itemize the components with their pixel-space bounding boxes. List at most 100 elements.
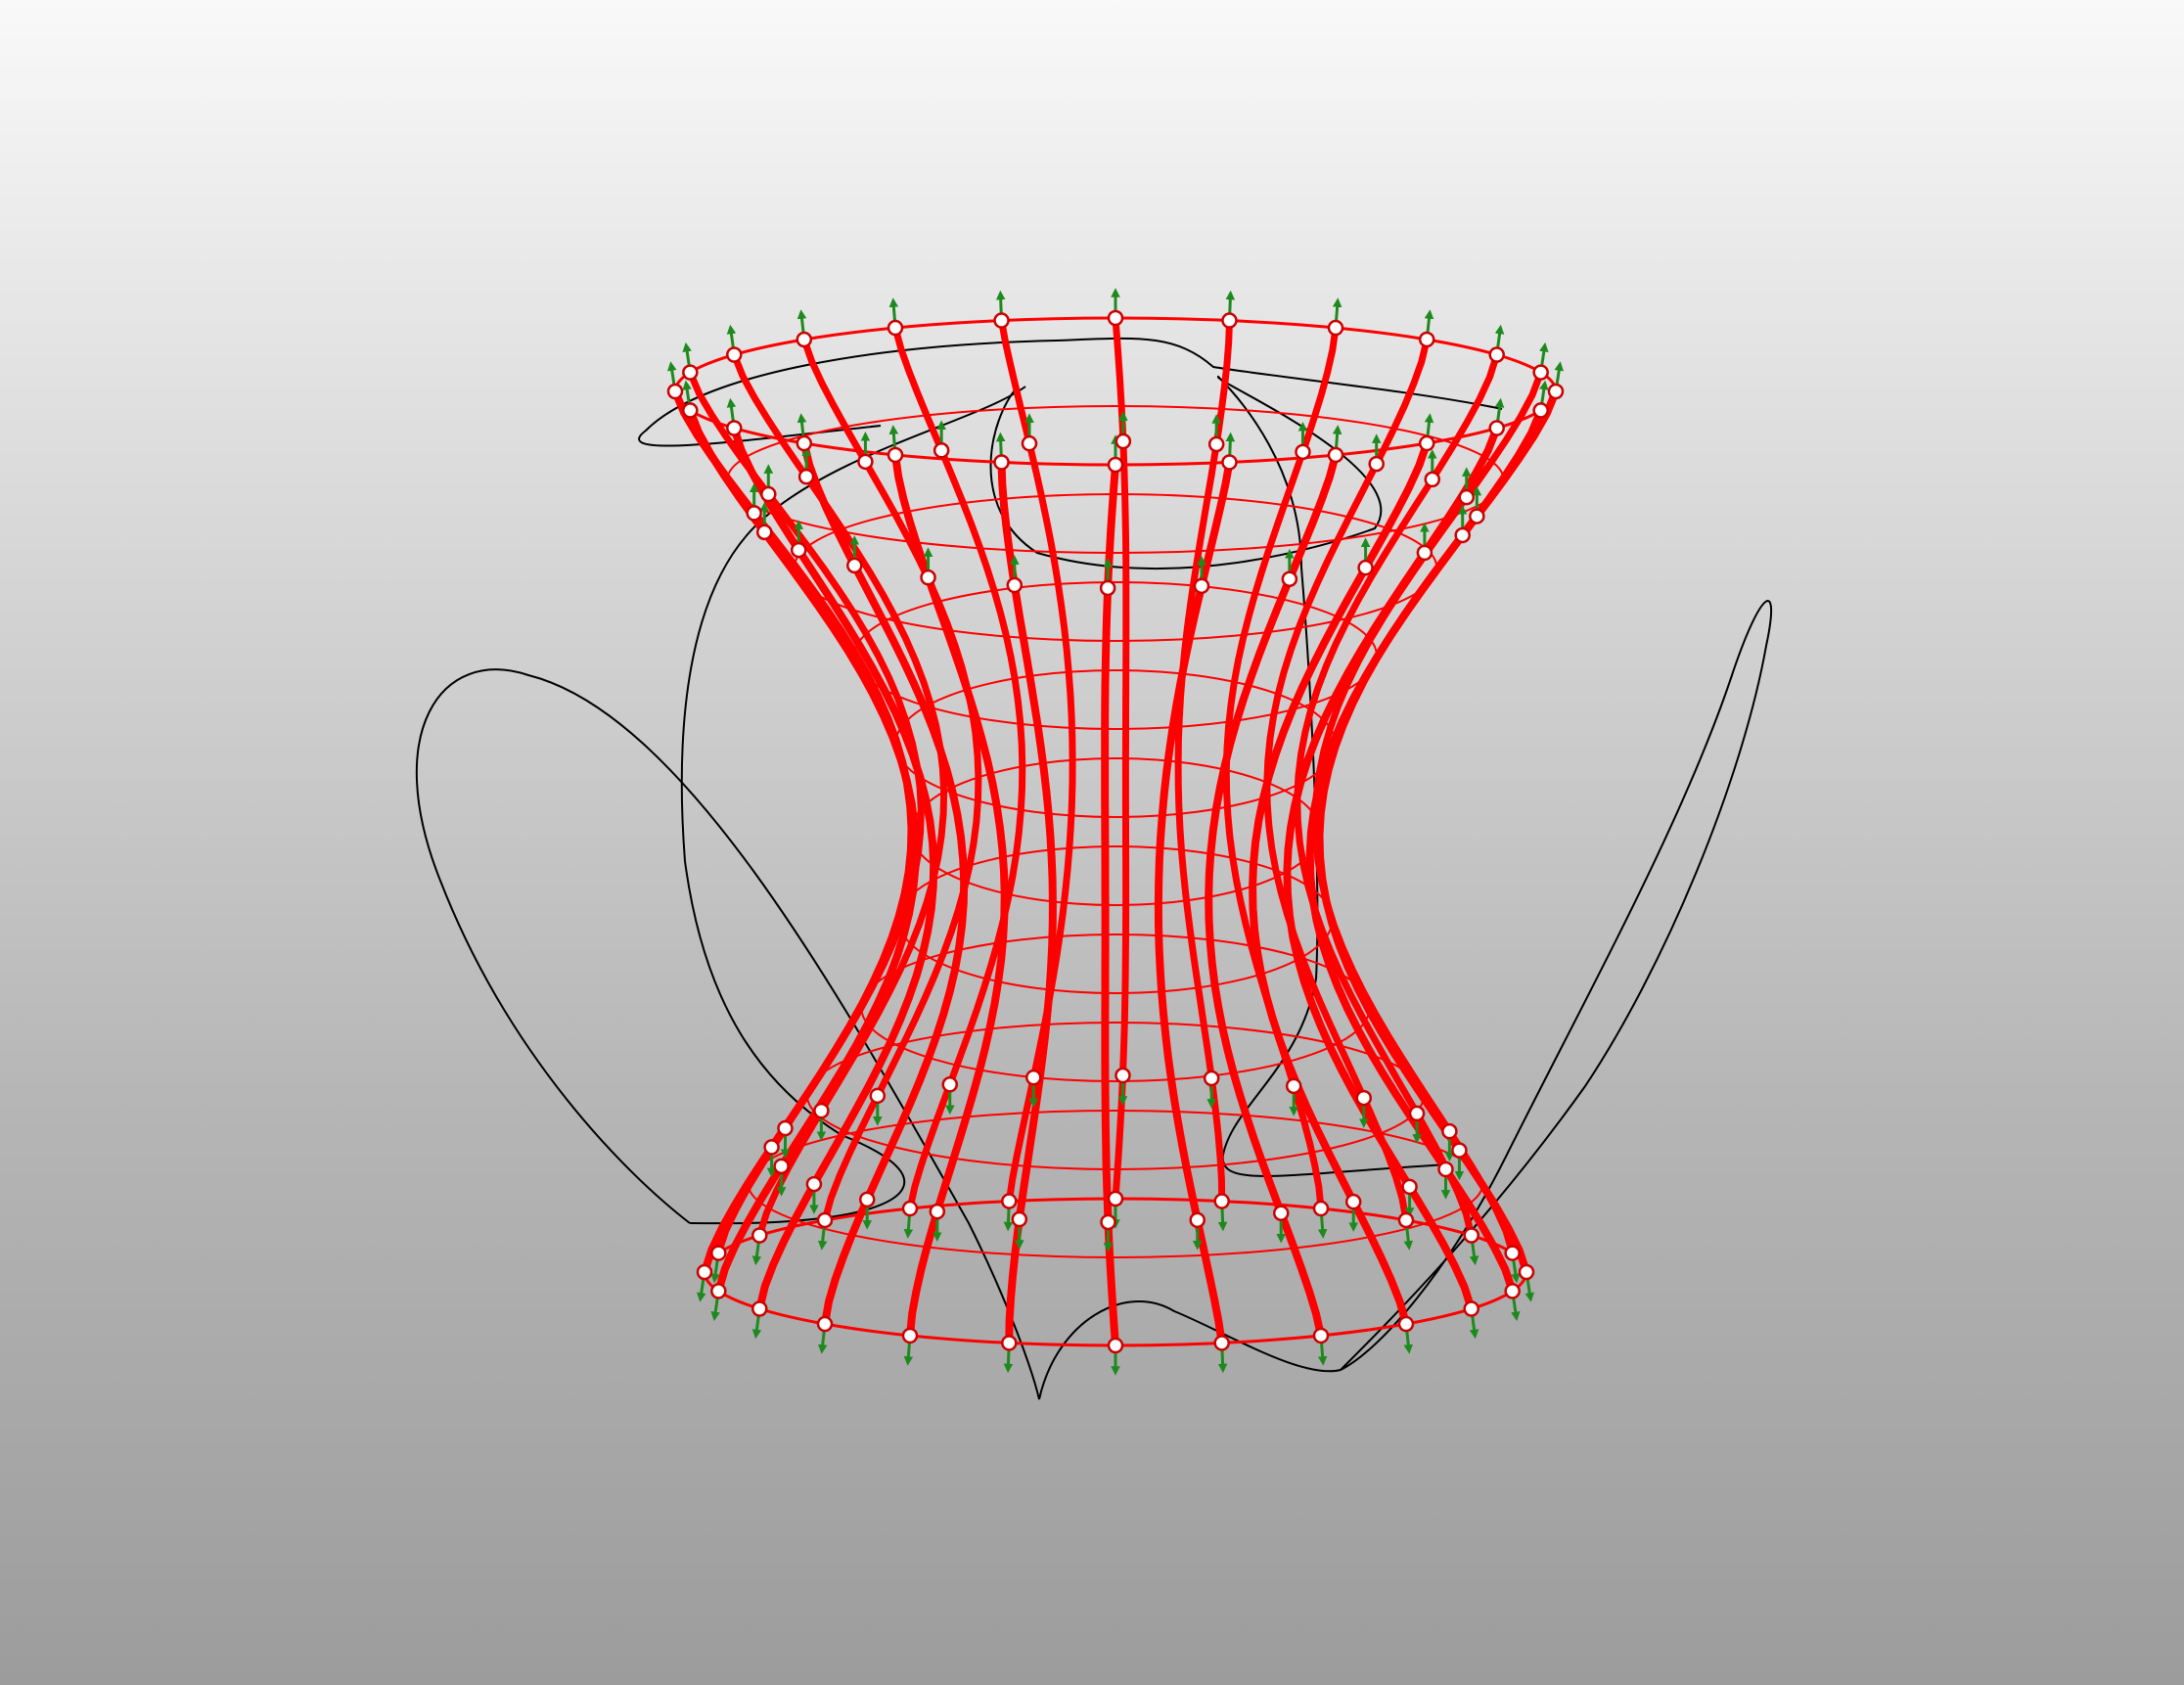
guide-curves <box>415 337 1773 1400</box>
control-node[interactable] <box>755 524 773 541</box>
control-node[interactable] <box>857 453 874 471</box>
3d-viewport[interactable] <box>0 0 2184 1685</box>
control-node[interactable] <box>1203 1070 1220 1087</box>
control-node[interactable] <box>993 454 1010 471</box>
control-node[interactable] <box>1416 544 1433 562</box>
control-node[interactable] <box>901 1327 919 1344</box>
control-node[interactable] <box>805 1175 823 1193</box>
control-node[interactable] <box>816 1211 834 1229</box>
control-node[interactable] <box>796 331 813 348</box>
control-node[interactable] <box>773 1158 790 1175</box>
control-node[interactable] <box>751 1300 768 1317</box>
control-node[interactable] <box>1207 435 1225 453</box>
control-node[interactable] <box>1397 1211 1415 1229</box>
control-node[interactable] <box>1021 434 1038 452</box>
guide-curve-top <box>638 337 1503 447</box>
control-node[interactable] <box>1504 1283 1521 1299</box>
control-node[interactable] <box>1221 312 1238 329</box>
control-node[interactable] <box>710 1283 727 1299</box>
control-node[interactable] <box>1312 1327 1330 1344</box>
control-node[interactable] <box>1272 1205 1290 1221</box>
control-node[interactable] <box>666 383 684 400</box>
control-node[interactable] <box>1327 446 1344 464</box>
control-node[interactable] <box>816 1315 834 1333</box>
control-node[interactable] <box>1107 1190 1124 1207</box>
control-node[interactable] <box>696 1263 713 1281</box>
control-node[interactable] <box>1221 454 1238 471</box>
control-node[interactable] <box>1357 559 1374 576</box>
control-node[interactable] <box>869 1087 887 1105</box>
control-node[interactable] <box>1418 434 1435 452</box>
control-node[interactable] <box>1437 1161 1454 1178</box>
control-node[interactable] <box>1107 456 1124 474</box>
control-node[interactable] <box>1355 1089 1373 1107</box>
control-node[interactable] <box>1401 1178 1418 1196</box>
control-node[interactable] <box>920 569 936 586</box>
control-node[interactable] <box>1532 364 1549 381</box>
control-node[interactable] <box>1368 455 1385 473</box>
control-node[interactable] <box>1107 1337 1124 1354</box>
control-node[interactable] <box>1025 1069 1042 1086</box>
control-node[interactable] <box>1469 508 1485 524</box>
control-node[interactable] <box>1213 1335 1230 1351</box>
column-19 <box>1174 317 1233 1206</box>
control-node[interactable] <box>1100 1213 1116 1231</box>
control-node[interactable] <box>777 1119 794 1137</box>
control-node[interactable] <box>1532 402 1549 419</box>
control-node[interactable] <box>1344 1193 1362 1210</box>
control-node[interactable] <box>760 485 777 503</box>
control-node[interactable] <box>1281 570 1298 587</box>
control-node[interactable] <box>1285 1077 1302 1095</box>
control-node[interactable] <box>746 505 762 522</box>
control-node[interactable] <box>1115 1067 1131 1084</box>
control-node[interactable] <box>1011 1210 1028 1228</box>
control-node[interactable] <box>726 346 743 363</box>
control-node[interactable] <box>1213 1193 1230 1209</box>
control-node[interactable] <box>1397 1315 1415 1333</box>
control-node[interactable] <box>887 319 904 337</box>
control-node[interactable] <box>1547 383 1565 400</box>
control-node[interactable] <box>1001 1193 1018 1209</box>
control-node[interactable] <box>1006 576 1024 594</box>
control-node[interactable] <box>1193 577 1210 595</box>
control-node[interactable] <box>682 364 699 381</box>
control-node[interactable] <box>846 557 863 574</box>
control-node[interactable] <box>796 434 813 452</box>
control-node[interactable] <box>1408 1105 1426 1122</box>
control-node[interactable] <box>1504 1245 1521 1261</box>
control-node[interactable] <box>858 1191 876 1208</box>
control-node[interactable] <box>887 446 904 464</box>
control-node[interactable] <box>1454 526 1471 544</box>
control-node[interactable] <box>751 1227 768 1244</box>
control-node[interactable] <box>1327 319 1344 337</box>
control-node[interactable] <box>933 442 950 459</box>
control-node[interactable] <box>1115 433 1132 450</box>
control-node[interactable] <box>797 468 815 485</box>
control-node[interactable] <box>1099 579 1116 597</box>
control-node[interactable] <box>813 1102 830 1119</box>
control-node[interactable] <box>1518 1263 1535 1281</box>
control-node[interactable] <box>901 1200 919 1217</box>
control-node[interactable] <box>1107 309 1124 327</box>
control-node[interactable] <box>682 402 699 419</box>
control-node[interactable] <box>1463 1227 1479 1244</box>
control-node[interactable] <box>1463 1300 1479 1317</box>
control-node[interactable] <box>763 1139 780 1156</box>
control-node[interactable] <box>929 1203 946 1220</box>
control-node[interactable] <box>1189 1211 1206 1229</box>
control-node[interactable] <box>1458 488 1476 506</box>
control-node[interactable] <box>1418 331 1435 348</box>
control-node[interactable] <box>1295 443 1311 461</box>
control-node[interactable] <box>1441 1122 1458 1140</box>
control-node[interactable] <box>790 541 807 559</box>
control-node[interactable] <box>1001 1335 1018 1351</box>
control-node[interactable] <box>726 420 743 436</box>
control-node[interactable] <box>1488 346 1505 363</box>
control-node[interactable] <box>710 1245 727 1261</box>
control-node[interactable] <box>941 1076 959 1093</box>
control-node[interactable] <box>993 312 1010 329</box>
control-node[interactable] <box>1451 1142 1468 1159</box>
control-node[interactable] <box>1312 1200 1330 1217</box>
control-node[interactable] <box>1488 420 1505 436</box>
control-node[interactable] <box>1424 471 1441 488</box>
